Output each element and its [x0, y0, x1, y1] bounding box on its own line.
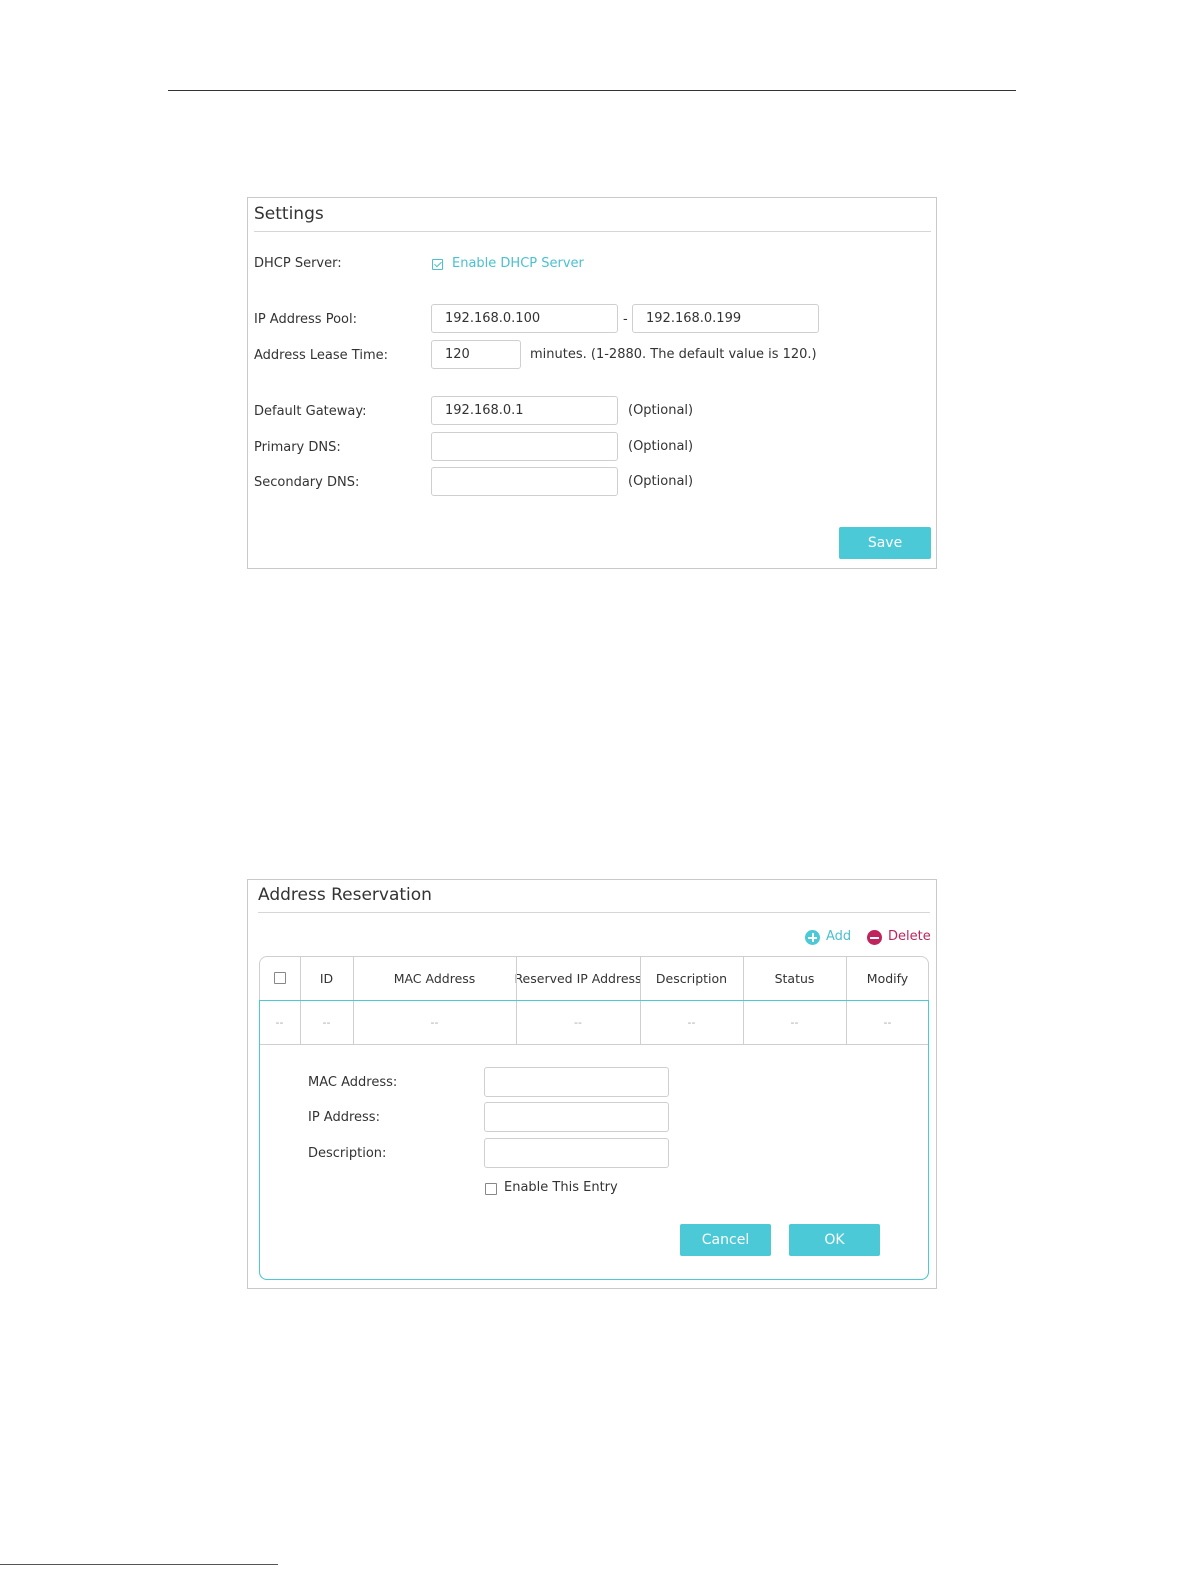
settings-title-rule [254, 231, 931, 232]
column-header-id: ID [319, 970, 334, 986]
column-header-description: Description [655, 970, 728, 986]
lease-time-hint: minutes. (1-2880. The default value is 1… [530, 347, 817, 362]
row-divider [260, 1044, 928, 1045]
ip-address-pool-label: IP Address Pool: [254, 312, 357, 327]
ip-pool-start-input[interactable] [431, 304, 618, 333]
column-header-modify: Modify [866, 970, 909, 986]
enable-this-entry-checkbox[interactable]: Enable This Entry [485, 1180, 625, 1198]
default-gateway-label: Default Gateway: [254, 404, 367, 419]
save-button[interactable]: Save [839, 527, 931, 559]
select-all-checkbox[interactable] [273, 972, 286, 984]
form-mac-address-label: MAC Address: [308, 1075, 398, 1090]
secondary-dns-optional-hint: (Optional) [628, 474, 694, 489]
primary-dns-label: Primary DNS: [254, 440, 341, 455]
ok-button[interactable]: OK [789, 1224, 880, 1256]
primary-dns-optional-hint: (Optional) [628, 439, 694, 454]
delete-button[interactable]: Delete [867, 929, 932, 947]
cancel-button[interactable]: Cancel [680, 1224, 771, 1256]
table-cell-id: -- [322, 1016, 331, 1029]
enable-dhcp-server-label: Enable DHCP Server [452, 256, 584, 271]
form-mac-address-input[interactable] [484, 1067, 669, 1097]
add-button[interactable]: Add [805, 929, 855, 947]
dhcp-server-label: DHCP Server: [254, 256, 342, 271]
column-header-mac-address: MAC Address [393, 970, 476, 986]
footnote-rule [0, 1564, 278, 1565]
delete-label: Delete [888, 929, 931, 944]
table-cell-mac-address: -- [430, 1016, 439, 1029]
form-ip-address-input[interactable] [484, 1102, 669, 1132]
enable-dhcp-server-checkbox[interactable]: Enable DHCP Server [432, 256, 584, 274]
address-lease-time-label: Address Lease Time: [254, 348, 388, 363]
table-cell-status: -- [790, 1016, 799, 1029]
lease-time-input[interactable] [431, 340, 521, 369]
secondary-dns-label: Secondary DNS: [254, 475, 360, 490]
form-description-label: Description: [308, 1146, 387, 1161]
table-cell-description: -- [687, 1016, 696, 1029]
primary-dns-input[interactable] [431, 432, 618, 461]
ip-pool-separator: - [623, 312, 628, 327]
settings-title: Settings [254, 204, 324, 224]
ip-pool-end-input[interactable] [632, 304, 819, 333]
table-cell-modify: -- [883, 1016, 892, 1029]
table-cell-checkbox: -- [275, 1016, 284, 1029]
checkbox-checked-icon [432, 259, 443, 270]
table-cell-reserved-ip: -- [574, 1016, 582, 1029]
form-description-input[interactable] [484, 1138, 669, 1168]
page-header-rule [168, 90, 1016, 91]
checkbox-unchecked-icon [485, 1183, 497, 1195]
settings-panel: Settings DHCP Server: Enable DHCP Server… [247, 197, 937, 569]
delete-minus-icon [867, 930, 882, 945]
default-gateway-optional-hint: (Optional) [628, 403, 694, 418]
address-reservation-title: Address Reservation [258, 885, 432, 905]
select-all-cell [259, 956, 300, 1000]
column-header-reserved-ip: Reserved IP Address [514, 970, 642, 986]
address-reservation-title-rule [258, 912, 930, 913]
default-gateway-input[interactable] [431, 396, 618, 425]
add-plus-icon [805, 930, 820, 945]
secondary-dns-input[interactable] [431, 467, 618, 496]
form-ip-address-label: IP Address: [308, 1110, 380, 1125]
add-label: Add [826, 929, 852, 944]
column-header-status: Status [774, 970, 815, 986]
enable-this-entry-label: Enable This Entry [504, 1180, 618, 1195]
